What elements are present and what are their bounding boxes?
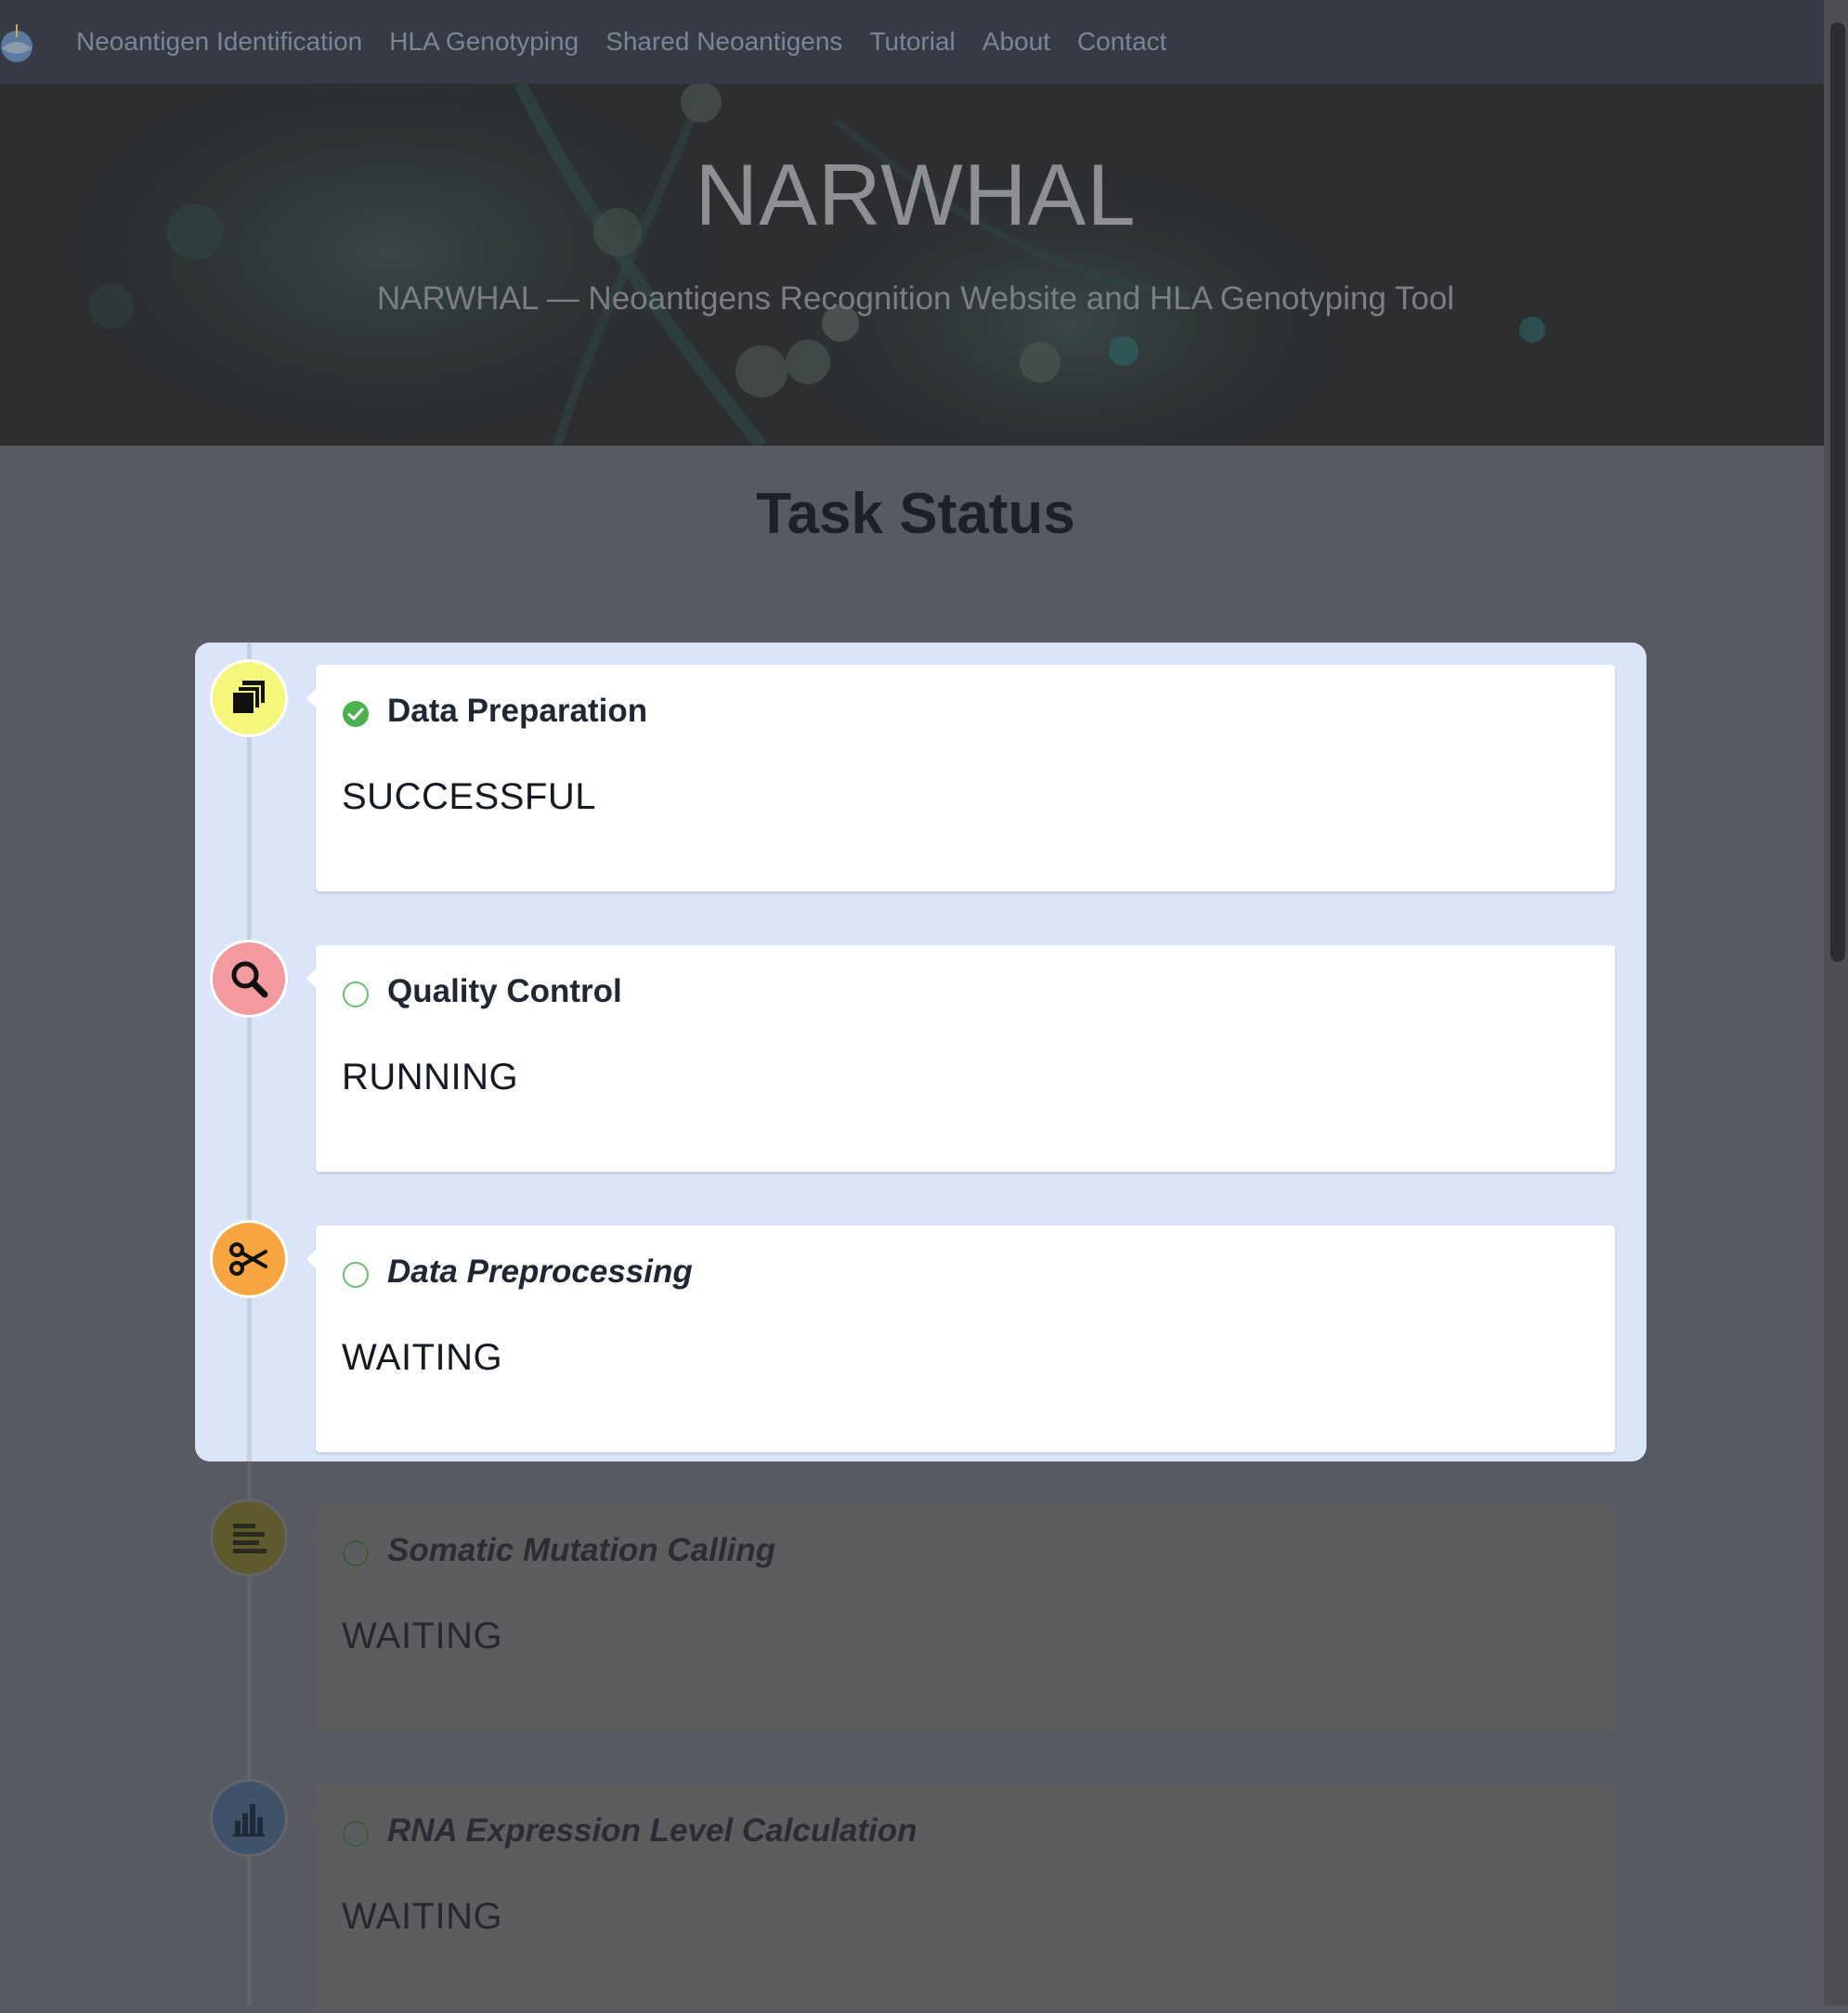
scrollbar-thumb[interactable]: [1830, 22, 1845, 962]
step-status: SUCCESSFUL: [342, 776, 596, 817]
timeline-step: Somatic Mutation Calling WAITING: [0, 1499, 1848, 1733]
hero-banner: NARWHAL NARWHAL — Neoantigens Recognitio…: [0, 84, 1824, 446]
nav-hla-genotyping[interactable]: HLA Genotyping: [389, 27, 579, 57]
scissors-icon: [210, 1220, 288, 1298]
align-left-icon: [210, 1499, 288, 1577]
bar-chart-icon: [210, 1779, 288, 1857]
empty-circle-icon: [343, 1262, 369, 1288]
step-title: Quality Control: [387, 973, 622, 1009]
step-title: Somatic Mutation Calling: [387, 1532, 776, 1568]
timeline-step: Data Preprocessing WAITING: [0, 1220, 1848, 1454]
step-title: Data Preprocessing: [387, 1253, 693, 1290]
hero-title: NARWHAL: [695, 146, 1137, 243]
empty-circle-icon: [343, 1821, 369, 1847]
nav-contact[interactable]: Contact: [1077, 27, 1167, 57]
copy-icon: [210, 659, 288, 737]
step-status: WAITING: [342, 1896, 503, 1937]
search-icon: [210, 940, 288, 1018]
empty-circle-icon: [343, 1540, 369, 1566]
nav-links: Neoantigen Identification HLA Genotyping…: [76, 0, 1193, 84]
top-navbar: Neoantigen Identification HLA Genotyping…: [0, 0, 1824, 84]
empty-circle-icon: [343, 981, 369, 1007]
step-title: RNA Expression Level Calculation: [387, 1812, 917, 1849]
step-card: Data Preprocessing WAITING: [306, 1226, 1615, 1452]
step-card: Somatic Mutation Calling WAITING: [306, 1504, 1615, 1731]
nav-shared-neoantigens[interactable]: Shared Neoantigens: [605, 27, 842, 57]
step-status: RUNNING: [342, 1057, 519, 1097]
hero-background-image: [0, 84, 1824, 446]
nav-about[interactable]: About: [983, 27, 1050, 57]
step-title: Data Preparation: [387, 693, 648, 729]
timeline-step: RNA Expression Level Calculation WAITING: [0, 1779, 1848, 2013]
narwhal-logo-icon[interactable]: [0, 22, 35, 63]
nav-tutorial[interactable]: Tutorial: [869, 27, 955, 57]
page-title: Task Status: [756, 482, 1075, 546]
step-card: Quality Control RUNNING: [306, 945, 1615, 1172]
nav-neoantigen-identification[interactable]: Neoantigen Identification: [76, 27, 362, 57]
step-card: RNA Expression Level Calculation WAITING: [306, 1785, 1615, 2011]
step-status: WAITING: [342, 1337, 503, 1378]
step-status: WAITING: [342, 1616, 503, 1656]
step-card: Data Preparation SUCCESSFUL: [306, 665, 1615, 891]
hero-subtitle: NARWHAL — Neoantigens Recognition Websit…: [376, 280, 1455, 317]
check-circle-icon: [343, 701, 369, 727]
timeline-step: Data Preparation SUCCESSFUL: [0, 659, 1848, 893]
timeline-step: Quality Control RUNNING: [0, 940, 1848, 1174]
